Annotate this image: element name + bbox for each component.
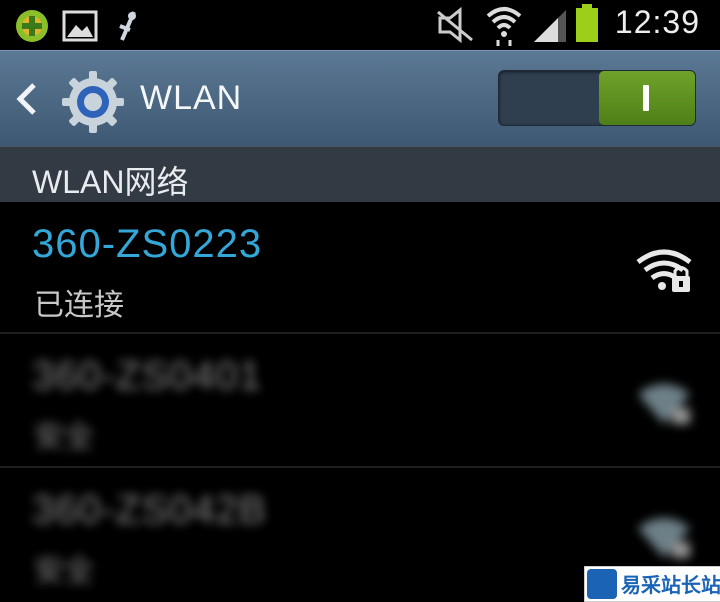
network-ssid: 360-ZS0401 [32, 354, 263, 398]
watermark: 易采站长站 [584, 566, 720, 602]
image-icon [62, 10, 98, 42]
page-title: WLAN [140, 79, 243, 117]
status-bar: 12:39 [0, 0, 720, 50]
back-arrow-icon[interactable] [14, 81, 40, 117]
add-app-icon [16, 10, 48, 42]
network-item-connected[interactable]: 360-ZS0223 已连接 [0, 202, 720, 332]
watermark-text: 易采站长站 [621, 573, 720, 597]
usb-debug-icon [119, 11, 136, 41]
toggle-on-knob [599, 71, 695, 125]
secured-wifi-icon [638, 518, 690, 558]
network-ssid: 360-ZS0223 [32, 222, 263, 266]
cell-signal-icon [534, 10, 566, 42]
mute-icon [437, 6, 473, 44]
battery-icon [576, 4, 598, 42]
network-status: 已连接 [34, 288, 124, 323]
network-status: 安全 [34, 420, 94, 455]
clock: 12:39 [614, 4, 700, 40]
settings-gear-icon [62, 71, 124, 133]
wlan-toggle-switch[interactable] [498, 70, 696, 126]
network-status: 安全 [34, 554, 94, 589]
secured-wifi-icon [636, 249, 692, 292]
section-label: WLAN网络 [32, 164, 189, 200]
toggle-on-indicator [643, 85, 649, 111]
watermark-logo-icon [587, 569, 617, 599]
secured-wifi-icon [638, 384, 690, 424]
section-header: WLAN网络 [0, 146, 720, 203]
wifi-signal-icon [486, 7, 522, 46]
network-item[interactable]: 360-ZS0401 安全 [0, 334, 720, 464]
network-ssid: 360-ZS042B [32, 488, 267, 532]
